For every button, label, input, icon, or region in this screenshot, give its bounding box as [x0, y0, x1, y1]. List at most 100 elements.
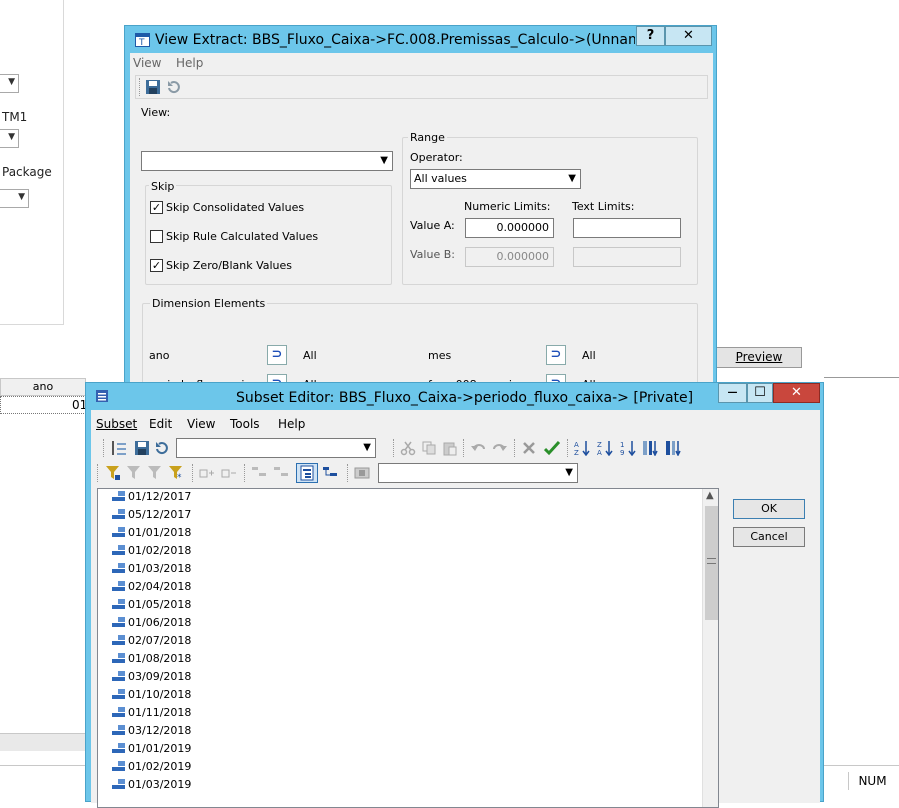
chevron-down-icon: ▼: [380, 155, 388, 166]
dimension-name-mes: mes: [428, 349, 452, 362]
redo-icon[interactable]: [492, 440, 508, 456]
list-item-label: 01/05/2018: [128, 598, 192, 611]
undo-icon[interactable]: [470, 440, 486, 456]
list-item[interactable]: 01/02/2019: [112, 760, 191, 778]
drill-up-icon[interactable]: [273, 465, 289, 481]
list-item[interactable]: 01/06/2018: [112, 616, 191, 634]
check-icon[interactable]: [544, 440, 560, 456]
list-item[interactable]: 01/05/2018: [112, 598, 191, 616]
alias-select[interactable]: ▼: [378, 463, 578, 483]
expand-icon[interactable]: [199, 465, 215, 481]
numeric-limits-label: Numeric Limits:: [464, 200, 551, 213]
subset-editor-title: Subset Editor: BBS_Fluxo_Caixa->periodo_…: [236, 390, 694, 406]
collapse-icon[interactable]: [221, 465, 237, 481]
list-item[interactable]: 05/12/2017: [112, 508, 191, 526]
value-b-numeric-input[interactable]: 0.000000: [465, 247, 554, 267]
filter-level-icon[interactable]: [105, 465, 121, 481]
value-a-text-input[interactable]: [573, 218, 681, 238]
cut-icon[interactable]: [400, 440, 416, 456]
minimize-button[interactable]: —: [718, 383, 747, 403]
hierarchy-icon[interactable]: [322, 465, 338, 481]
skip-consolidated-checkbox[interactable]: ✓: [150, 201, 163, 214]
background-combo-3[interactable]: ▼: [0, 189, 29, 208]
value-b-text-input[interactable]: [573, 247, 681, 267]
operator-select[interactable]: All values ▼: [410, 169, 581, 189]
view-extract-titlebar[interactable]: T View Extract: BBS_Fluxo_Caixa->FC.008.…: [125, 26, 716, 54]
paste-icon[interactable]: [442, 440, 458, 456]
maximize-button[interactable]: ☐: [747, 383, 773, 403]
list-item[interactable]: 01/10/2018: [112, 688, 191, 706]
dimension-name-ano: ano: [149, 349, 170, 362]
subset-editor-titlebar[interactable]: Subset Editor: BBS_Fluxo_Caixa->periodo_…: [86, 383, 823, 411]
skip-zero-blank-checkbox[interactable]: ✓: [150, 259, 163, 272]
subset-toolbar-2: * ▼: [97, 461, 709, 485]
drill-down-icon[interactable]: [251, 465, 267, 481]
sort-hierarchy-icon[interactable]: [642, 440, 658, 456]
skip-rule-calculated-checkbox[interactable]: [150, 230, 163, 243]
background-divider: [824, 377, 899, 385]
value-a-numeric-input[interactable]: 0.000000: [465, 218, 554, 238]
list-item[interactable]: 03/09/2018: [112, 670, 191, 688]
subset-element-list[interactable]: 01/12/2017 05/12/2017 01/01/2018 01/02/2018…: [97, 488, 719, 808]
list-item[interactable]: 01/08/2018: [112, 652, 191, 670]
sort-descending-icon[interactable]: ZA: [597, 440, 613, 456]
subset-editor-icon[interactable]: ⊃: [267, 345, 287, 365]
menu-tools[interactable]: Tools: [230, 417, 260, 431]
sort-hierarchy-desc-icon[interactable]: [665, 440, 681, 456]
menu-view[interactable]: View: [187, 417, 215, 431]
filter-expression-icon[interactable]: [147, 465, 163, 481]
subset-name-select[interactable]: ▼: [176, 438, 376, 458]
menu-view[interactable]: View: [133, 56, 161, 70]
refresh-icon[interactable]: [154, 440, 170, 456]
list-item-label: 01/01/2019: [128, 742, 192, 755]
view-select[interactable]: ▼: [141, 151, 393, 171]
list-item[interactable]: 03/12/2018: [112, 724, 191, 742]
cancel-button[interactable]: Cancel: [733, 527, 805, 547]
chevron-down-icon: ▼: [363, 442, 371, 453]
subset-editor-icon[interactable]: ⊃: [546, 345, 566, 365]
sort-ascending-icon[interactable]: AZ: [574, 440, 590, 456]
skip-consolidated-label: Skip Consolidated Values: [166, 201, 305, 214]
menu-edit[interactable]: Edit: [149, 417, 172, 431]
filter-wildcard-icon[interactable]: *: [168, 465, 184, 481]
background-combo-2[interactable]: ▼: [0, 129, 19, 148]
save-icon[interactable]: [134, 440, 150, 456]
menu-help[interactable]: Help: [176, 56, 203, 70]
list-item[interactable]: 01/12/2017: [112, 490, 191, 508]
refresh-icon[interactable]: [166, 79, 182, 95]
list-item-label: 01/03/2018: [128, 562, 192, 575]
list-item[interactable]: 01/03/2019: [112, 778, 191, 796]
list-scrollbar[interactable]: ▲: [702, 489, 718, 807]
insert-icon[interactable]: [111, 440, 127, 456]
sort-index-icon[interactable]: 19: [620, 440, 636, 456]
menu-help[interactable]: Help: [278, 417, 305, 431]
list-item[interactable]: 02/07/2018: [112, 634, 191, 652]
copy-icon[interactable]: [421, 440, 437, 456]
ok-button[interactable]: OK: [733, 499, 805, 519]
alias-icon[interactable]: [354, 465, 370, 481]
list-item[interactable]: 01/02/2018: [112, 544, 191, 562]
delete-icon[interactable]: [521, 440, 537, 456]
save-icon[interactable]: [145, 79, 161, 95]
list-item-label: 05/12/2017: [128, 508, 192, 521]
preview-button[interactable]: Preview: [716, 347, 802, 368]
view-extract-window: T View Extract: BBS_Fluxo_Caixa->FC.008.…: [124, 25, 717, 403]
list-item[interactable]: 01/01/2018: [112, 526, 191, 544]
close-button[interactable]: ✕: [665, 26, 712, 46]
scroll-up-icon[interactable]: ▲: [706, 490, 714, 501]
view-extract-title: View Extract: BBS_Fluxo_Caixa->FC.008.Pr…: [155, 32, 635, 48]
list-item-label: 01/02/2018: [128, 544, 192, 557]
list-item[interactable]: 01/11/2018: [112, 706, 191, 724]
background-combo-1[interactable]: ▼: [0, 74, 19, 93]
help-button[interactable]: ?: [636, 26, 665, 46]
list-item[interactable]: 01/03/2018: [112, 562, 191, 580]
list-item[interactable]: 01/01/2019: [112, 742, 191, 760]
filter-attribute-icon[interactable]: [126, 465, 142, 481]
list-item[interactable]: 02/04/2018: [112, 580, 191, 598]
list-item-label: 01/11/2018: [128, 706, 192, 719]
view-extract-toolbar: [135, 75, 708, 99]
element-icon: [112, 491, 126, 502]
svg-text:Z: Z: [597, 441, 602, 449]
menu-subset[interactable]: Subset: [96, 417, 137, 431]
close-button[interactable]: ✕: [773, 383, 820, 403]
